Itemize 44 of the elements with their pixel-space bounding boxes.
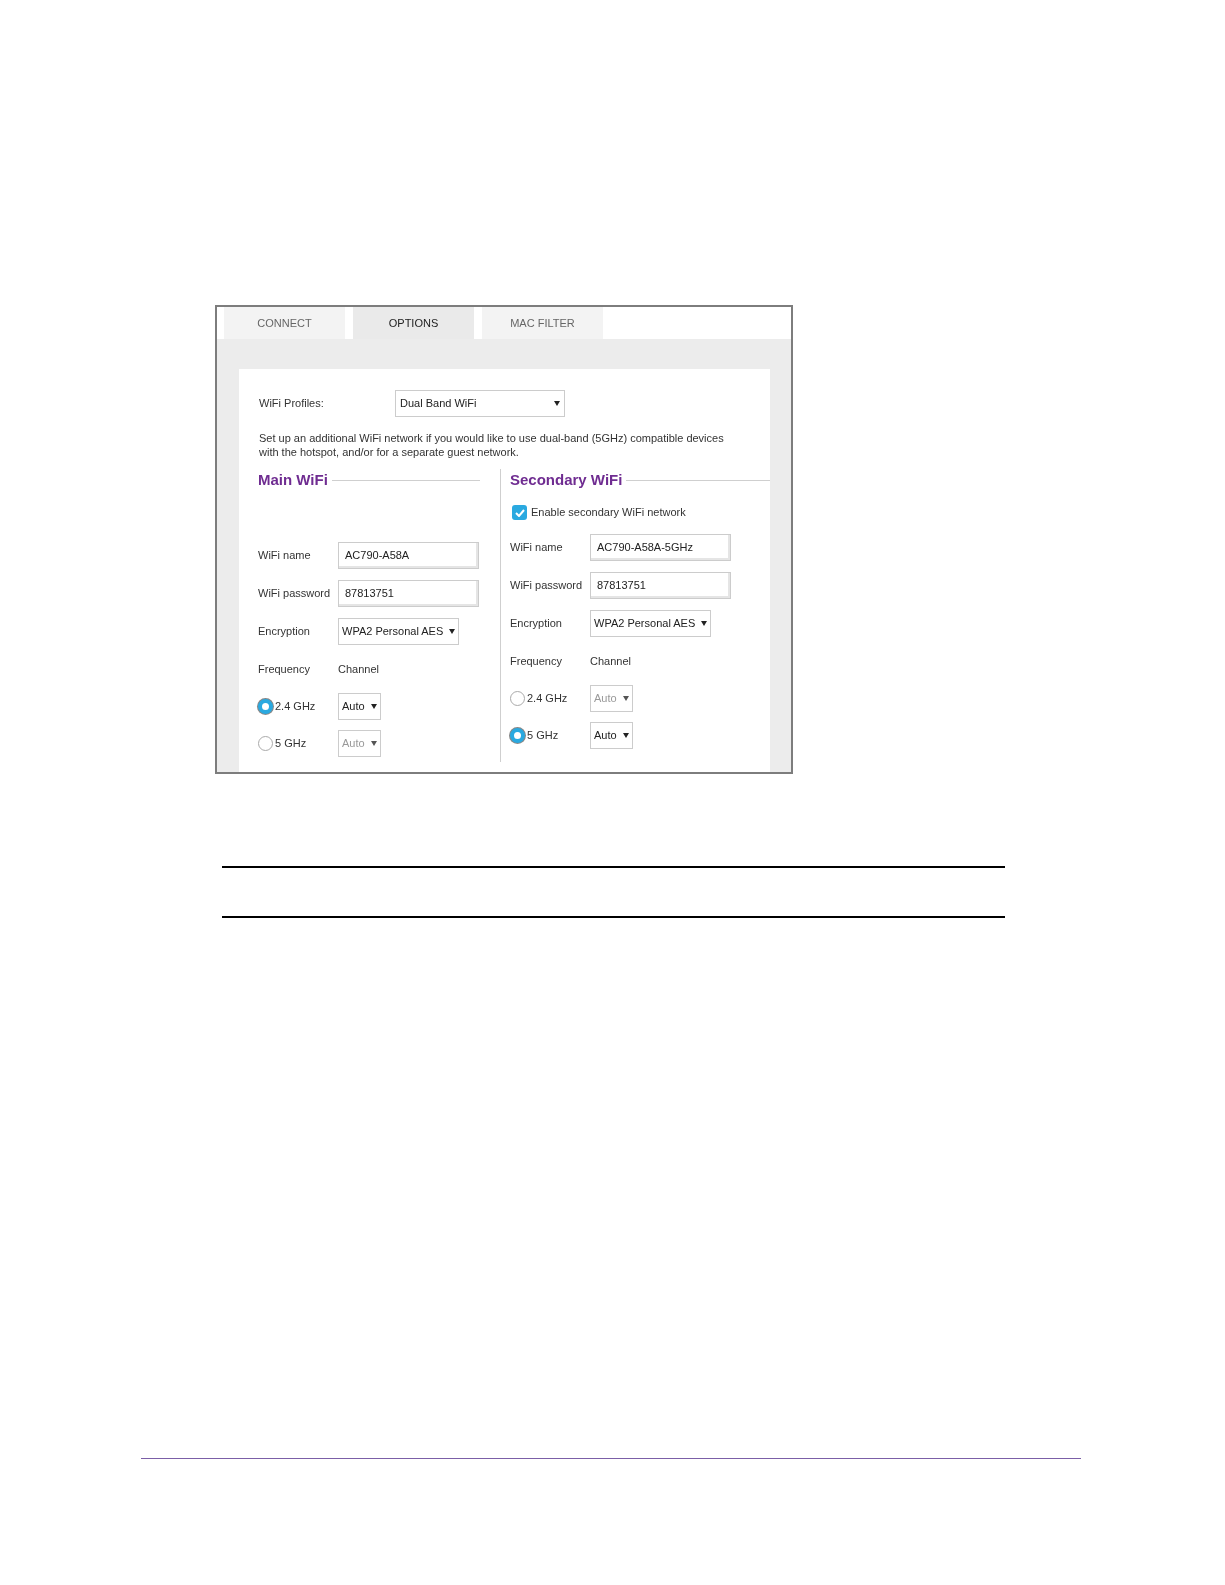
caret-icon: [701, 620, 708, 626]
field-label: Encryption: [258, 623, 311, 639]
wifi-password-field[interactable]: 87813751: [590, 571, 731, 599]
wifi-name-field[interactable]: AC790-A58A-5GHz: [590, 533, 731, 561]
checkmark-icon: [514, 508, 525, 517]
enable-checkbox[interactable]: [512, 505, 527, 520]
tab[interactable]: OPTIONS: [353, 307, 474, 339]
field-label: WiFi name: [510, 539, 564, 555]
radio-label: 5 GHz: [275, 736, 307, 752]
radio-label: 2.4 GHz: [527, 691, 568, 707]
column-header: Channel: [338, 661, 379, 677]
radio-label: 2.4 GHz: [275, 699, 316, 715]
radio-label: 5 GHz: [527, 728, 559, 744]
caret-icon: [449, 628, 456, 634]
field-label: WiFi password: [510, 577, 584, 593]
section-heading: Main WiFi: [258, 469, 328, 490]
radio-button[interactable]: [258, 736, 273, 751]
column-header: Channel: [590, 653, 631, 669]
caret-icon: [370, 741, 377, 746]
caret-icon: [622, 733, 629, 738]
profile-select[interactable]: Dual Band WiFi: [395, 389, 565, 417]
column-header: Frequency: [258, 661, 311, 677]
description-text: Set up an additional WiFi network if you would like to use dual-band (5GHz) compatible devices with the hotspot, and/or for a separate guest network.: [258, 431, 725, 459]
radio-button[interactable]: [510, 691, 525, 706]
caret-icon: [370, 704, 377, 709]
section-heading: Secondary WiFi: [510, 469, 623, 490]
radio-button[interactable]: [258, 699, 273, 714]
field-label: WiFi Profiles:: [259, 395, 325, 411]
channel-select[interactable]: Auto: [590, 722, 633, 749]
caret-icon: [554, 400, 560, 406]
encryption-select[interactable]: WPA2 Personal AES: [338, 617, 460, 645]
wifi-password-field[interactable]: 87813751: [338, 579, 479, 607]
radio-button[interactable]: [510, 728, 525, 743]
tab[interactable]: CONNECT: [224, 307, 345, 339]
checkbox-label: Enable secondary WiFi network: [531, 505, 686, 521]
encryption-select[interactable]: WPA2 Personal AES: [590, 609, 712, 637]
channel-select[interactable]: Auto: [338, 693, 381, 720]
caret-icon: [622, 696, 629, 701]
tab[interactable]: MAC FILTER: [482, 307, 603, 339]
field-label: WiFi name: [258, 547, 312, 563]
field-label: Encryption: [510, 615, 563, 631]
column-header: Frequency: [510, 653, 563, 669]
wifi-name-field[interactable]: AC790-A58A: [338, 541, 479, 569]
field-label: WiFi password: [258, 585, 332, 601]
